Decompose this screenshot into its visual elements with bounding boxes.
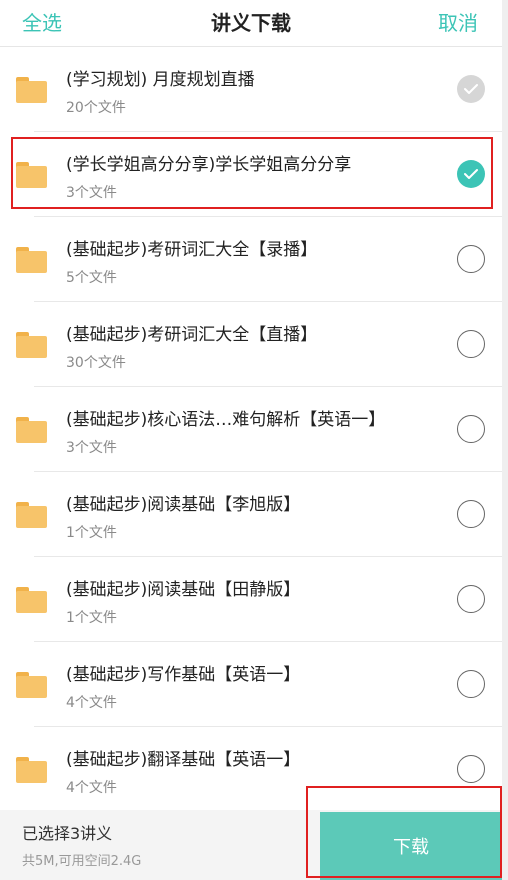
folder-icon [16, 587, 47, 613]
top-bar: 全选 讲义下载 取消 [0, 0, 502, 47]
list-item[interactable]: (学习规划) 月度规划直播 20个文件 [0, 47, 502, 132]
select-circle[interactable] [457, 245, 485, 273]
item-title: (基础起步)阅读基础【田静版】 [66, 580, 301, 600]
item-title: (基础起步)翻译基础【英语一】 [66, 750, 301, 770]
selected-count-text: 已选择3讲义 [22, 824, 113, 843]
right-edge-strip [502, 0, 508, 880]
folder-icon [16, 757, 47, 783]
item-title: (基础起步)阅读基础【李旭版】 [66, 495, 301, 515]
item-file-count: 3个文件 [66, 440, 117, 456]
select-circle[interactable] [457, 670, 485, 698]
highlight-box-download [306, 786, 502, 878]
item-title: (基础起步)核心语法…难句解析【英语一】 [66, 410, 386, 430]
item-title: (基础起步)考研词汇大全【录播】 [66, 240, 318, 260]
page-title: 讲义下载 [211, 11, 291, 35]
checkmark-icon[interactable] [457, 75, 485, 103]
cancel-button[interactable]: 取消 [438, 7, 478, 36]
item-title: (学习规划) 月度规划直播 [66, 70, 255, 90]
folder-icon [16, 502, 47, 528]
storage-info-text: 共5M,可用空间2.4G [22, 854, 142, 869]
item-title: (基础起步)考研词汇大全【直播】 [66, 325, 318, 345]
item-file-count: 5个文件 [66, 270, 117, 286]
list-item[interactable]: (基础起步)考研词汇大全【录播】 5个文件 [0, 217, 502, 302]
item-file-count: 4个文件 [66, 695, 117, 711]
list-item[interactable]: (基础起步)写作基础【英语一】 4个文件 [0, 642, 502, 727]
select-circle[interactable] [457, 415, 485, 443]
item-file-count: 1个文件 [66, 525, 117, 541]
folder-icon [16, 332, 47, 358]
list-item[interactable]: (基础起步)阅读基础【李旭版】 1个文件 [0, 472, 502, 557]
item-file-count: 30个文件 [66, 355, 126, 371]
list-item[interactable]: (基础起步)核心语法…难句解析【英语一】 3个文件 [0, 387, 502, 472]
highlight-box-selected-row [11, 137, 493, 209]
item-title: (基础起步)写作基础【英语一】 [66, 665, 301, 685]
select-circle[interactable] [457, 755, 485, 783]
select-circle[interactable] [457, 585, 485, 613]
folder-icon [16, 417, 47, 443]
item-file-count: 4个文件 [66, 780, 117, 796]
item-file-count: 20个文件 [66, 100, 126, 116]
list-item[interactable]: (基础起步)考研词汇大全【直播】 30个文件 [0, 302, 502, 387]
folder-icon [16, 247, 47, 273]
item-file-count: 1个文件 [66, 610, 117, 626]
select-circle[interactable] [457, 330, 485, 358]
folder-icon [16, 77, 47, 103]
select-circle[interactable] [457, 500, 485, 528]
list-item[interactable]: (基础起步)阅读基础【田静版】 1个文件 [0, 557, 502, 642]
folder-icon [16, 672, 47, 698]
